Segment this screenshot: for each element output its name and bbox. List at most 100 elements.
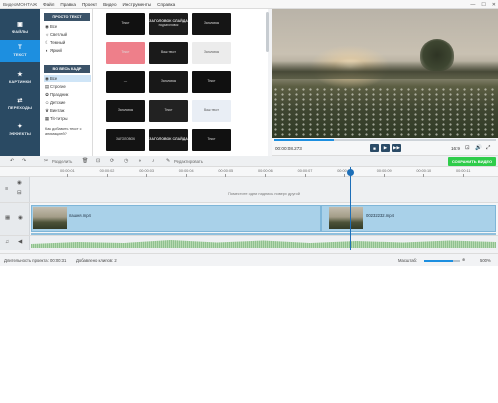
nav-label: ТЕКСТ <box>13 52 27 57</box>
playback-progress[interactable] <box>274 139 496 141</box>
timeline-ruler[interactable]: 00:00:01 00:00:02 00:00:03 00:00:04 00:00:05… <box>0 167 498 177</box>
category-item[interactable]: ◉ Все <box>44 75 91 82</box>
category-label: Все <box>50 76 58 81</box>
edit-button[interactable]: Редактировать <box>174 159 203 164</box>
category-item[interactable]: ☾ Темный <box>44 39 91 46</box>
undo-icon[interactable]: ↶ <box>10 158 14 164</box>
lock-icon[interactable]: ⊟ <box>17 190 22 196</box>
template-thumbnail[interactable]: ЗАГОЛОВОК СЛАЙДА <box>149 129 188 151</box>
menu-file[interactable]: Файл <box>40 2 57 7</box>
edit-icon[interactable]: ✎ <box>166 158 170 164</box>
template-thumbnail[interactable]: ЗАГОЛОВОК СЛАЙДА подзаголовок <box>149 13 188 35</box>
maximize-icon[interactable]: ☐ <box>481 2 485 8</box>
sparkle-icon: ✦ <box>17 124 23 130</box>
category-item[interactable]: ◉ Все <box>44 23 91 30</box>
audio-icon[interactable]: ♪ <box>152 158 155 164</box>
menu-project[interactable]: Проект <box>79 2 100 7</box>
category-item[interactable]: ✿ Праздник <box>44 91 91 98</box>
template-thumbnail[interactable]: Заголовок <box>192 13 231 35</box>
thumbnail-text: Текст <box>121 21 130 26</box>
ruler-tick-label: 00:00:07 <box>297 169 313 173</box>
delete-icon[interactable]: 🗑 <box>82 158 88 164</box>
menu-edit[interactable]: Правка <box>57 2 79 7</box>
playhead[interactable] <box>350 167 351 250</box>
template-thumbnail[interactable]: Заголовок <box>149 71 188 93</box>
play-icon: ▶ <box>383 145 388 150</box>
volume-icon[interactable]: 🔊 <box>475 145 482 151</box>
window-controls: — ☐ ✕ <box>470 0 496 9</box>
category-item[interactable]: ☼ Светлый <box>44 31 91 38</box>
split-button[interactable]: Разделить <box>52 159 72 164</box>
zoom-in-icon[interactable]: ⊕ <box>462 257 466 262</box>
minimize-icon[interactable]: — <box>470 2 475 8</box>
thumbnail-text: — <box>123 79 128 84</box>
split-icon[interactable]: ✂ <box>44 158 48 164</box>
speaker-icon[interactable]: ◀ <box>18 239 22 245</box>
help-link[interactable]: Как добавить текст с анимацией? <box>45 127 91 137</box>
category-item[interactable]: ▦ Тit-титры <box>44 115 91 122</box>
playhead-handle[interactable] <box>347 169 354 176</box>
category-item[interactable]: ☺ Детские <box>44 99 91 106</box>
menu-tools[interactable]: Инструменты <box>120 2 155 7</box>
color-icon[interactable]: ◑ <box>138 158 141 164</box>
category-header-simple: ПРОСТО ТЕКСТ <box>44 13 90 21</box>
template-thumbnail[interactable]: Текст <box>149 100 188 122</box>
template-thumbnail[interactable]: Ваш текст <box>149 42 188 64</box>
category-item[interactable]: ♛ Винтаж <box>44 107 91 114</box>
template-thumbnail[interactable]: Текст <box>106 42 145 64</box>
track-header: ▦ ◉ <box>0 203 30 235</box>
eye-icon[interactable]: ◉ <box>18 215 23 221</box>
audio-waveform[interactable] <box>31 240 496 248</box>
template-thumbnail[interactable]: Заголовок <box>106 100 145 122</box>
eye-icon[interactable]: ◉ <box>17 180 22 186</box>
redo-icon[interactable]: ↷ <box>22 158 26 164</box>
category-item[interactable]: ▤ Строгие <box>44 83 91 90</box>
category-item[interactable]: ◐ Яркий <box>44 47 91 54</box>
menu-bar: ВидеоМОНТАЖ Файл Правка Проект Видео Инс… <box>0 0 498 9</box>
template-thumbnail[interactable]: ЗАГОЛОВОК <box>106 129 145 151</box>
aspect-ratio[interactable]: 16:9 <box>451 146 460 151</box>
template-thumbnail[interactable]: Текст <box>192 129 231 151</box>
clip-thumbnail <box>329 207 363 229</box>
forward-icon: ▶▶ <box>393 145 400 150</box>
category-label: Все <box>50 24 58 29</box>
template-thumbnail[interactable]: — <box>106 71 145 93</box>
snapshot-icon[interactable]: ⊡ <box>465 145 470 151</box>
zoom-slider[interactable] <box>424 260 460 262</box>
crop-icon[interactable]: ⊡ <box>96 158 100 164</box>
category-header-fullframe: ВО ВЕСЬ КАДР <box>44 65 90 73</box>
scale-value: 500% <box>480 258 491 263</box>
thumbnail-text: Заголовок <box>204 21 219 26</box>
nav-text[interactable]: T ТЕКСТ <box>0 40 40 62</box>
nav-files[interactable]: ▣ ФАЙЛЫ <box>0 17 40 39</box>
category-label: Тit-титры <box>50 116 68 121</box>
ruler-tick-label: 00:00:10 <box>416 169 432 173</box>
video-clip[interactable]: пашня.mp4 <box>31 205 321 232</box>
ruler-tick-label: 00:00:06 <box>258 169 273 173</box>
nav-transitions[interactable]: ⇄ ПЕРЕХОДЫ <box>0 93 40 115</box>
video-clip[interactable]: 00232232.mp4 <box>321 205 496 232</box>
rotate-icon[interactable]: ⟳ <box>110 158 114 164</box>
play-button[interactable]: ▶ <box>381 144 390 152</box>
music-icon: ♫ <box>5 239 10 245</box>
thumbnail-text: Заголовок <box>118 108 133 113</box>
category-label: Детские <box>50 100 66 105</box>
save-video-button[interactable]: СОХРАНИТЬ ВИДЕО <box>448 157 496 166</box>
menu-video[interactable]: Видео <box>100 2 119 7</box>
template-thumbnail[interactable]: Текст <box>106 13 145 35</box>
nav-pictures[interactable]: ★ КАРТИНКИ <box>0 67 40 89</box>
nav-effects[interactable]: ✦ ЭФФЕКТЫ <box>0 119 40 141</box>
menu-help[interactable]: Справка <box>154 2 178 7</box>
film-icon: ▦ <box>5 215 11 221</box>
forward-button[interactable]: ▶▶ <box>392 144 401 152</box>
gallery-scrollbar[interactable] <box>266 12 269 52</box>
clip-name: 00232232.mp4 <box>366 213 394 218</box>
template-thumbnail[interactable]: Текст <box>192 71 231 93</box>
template-thumbnail[interactable]: Заголовок <box>192 42 231 64</box>
close-icon[interactable]: ✕ <box>492 2 496 8</box>
stop-icon: ■ <box>373 145 376 151</box>
fullscreen-icon[interactable]: ⤢ <box>486 145 490 152</box>
template-thumbnail[interactable]: Ваш текст <box>192 100 231 122</box>
stop-button[interactable]: ■ <box>370 144 379 152</box>
speed-icon[interactable]: ◷ <box>124 158 128 164</box>
